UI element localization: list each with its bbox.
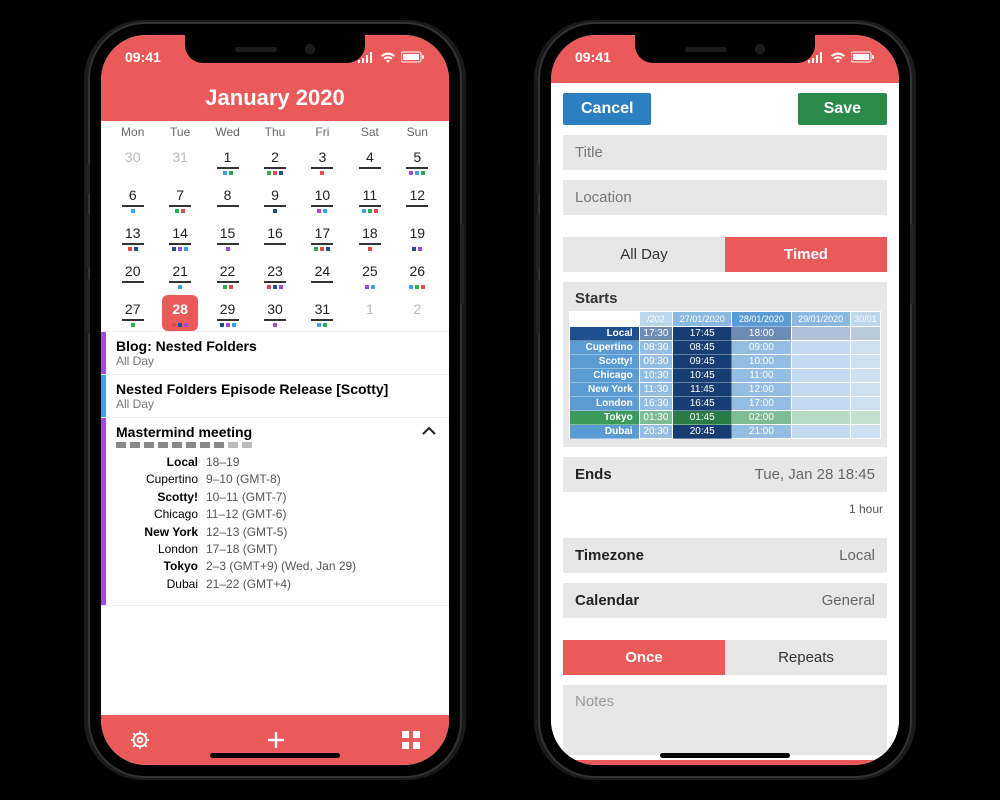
- starts-block[interactable]: Starts /20227/01/202028/01/202029/01/202…: [563, 282, 887, 447]
- duration-label: 1 hour: [563, 502, 887, 516]
- calendar-day[interactable]: 30: [109, 141, 156, 179]
- event-list: Blog: Nested Folders All Day Nested Fold…: [101, 331, 449, 606]
- calendar-day[interactable]: 21: [156, 255, 203, 293]
- event-subtitle: All Day: [116, 354, 439, 368]
- calendar-day[interactable]: 1: [204, 141, 251, 179]
- calendar-day[interactable]: 31: [299, 293, 346, 331]
- event-title: Mastermind meeting: [116, 424, 411, 440]
- calendar-day[interactable]: 6: [109, 179, 156, 217]
- seg-once[interactable]: Once: [563, 640, 725, 675]
- weekday-header: MonTueWedThuFriSatSun: [101, 121, 449, 141]
- save-button[interactable]: Save: [798, 93, 887, 125]
- calendar-day[interactable]: 31: [156, 141, 203, 179]
- event-title: Nested Folders Episode Release [Scotty]: [116, 381, 439, 397]
- calendar-day[interactable]: 14: [156, 217, 203, 255]
- calendar-day[interactable]: 4: [346, 141, 393, 179]
- event-item[interactable]: Nested Folders Episode Release [Scotty] …: [101, 375, 449, 418]
- timezone-row[interactable]: Timezone Local: [563, 538, 887, 573]
- calendar-day[interactable]: 3: [299, 141, 346, 179]
- calendar-day[interactable]: 18: [346, 217, 393, 255]
- calendar-day[interactable]: 27: [109, 293, 156, 331]
- timezone-dots: [116, 440, 411, 452]
- calendar-day[interactable]: 20: [109, 255, 156, 293]
- grid-icon[interactable]: [401, 730, 421, 750]
- chevron-up-icon[interactable]: [421, 418, 449, 605]
- seg-timed[interactable]: Timed: [725, 237, 887, 272]
- calendar-day[interactable]: 16: [251, 217, 298, 255]
- status-time: 09:41: [125, 49, 161, 65]
- calendar-day[interactable]: 10: [299, 179, 346, 217]
- calendar-day[interactable]: 12: [394, 179, 441, 217]
- once-repeats-toggle[interactable]: Once Repeats: [563, 640, 887, 675]
- calendar-day[interactable]: 25: [346, 255, 393, 293]
- calendar-day[interactable]: 2: [251, 141, 298, 179]
- event-detail[interactable]: Mastermind meeting Local18–19Cupertino9–…: [101, 418, 449, 606]
- status-icons: [357, 51, 425, 63]
- home-indicator[interactable]: [210, 753, 340, 758]
- calendar-day[interactable]: 13: [109, 217, 156, 255]
- calendar-day[interactable]: 5: [394, 141, 441, 179]
- event-title: Blog: Nested Folders: [116, 338, 439, 354]
- calendar-day[interactable]: 29: [204, 293, 251, 331]
- cancel-button[interactable]: Cancel: [563, 93, 651, 125]
- calendar-day[interactable]: 8: [204, 179, 251, 217]
- calendar-day[interactable]: 22: [204, 255, 251, 293]
- status-icons: [807, 51, 875, 63]
- calendar-day[interactable]: 1: [346, 293, 393, 331]
- month-title[interactable]: January 2020: [101, 79, 449, 121]
- calendar-day[interactable]: 19: [394, 217, 441, 255]
- status-time: 09:41: [575, 49, 611, 65]
- calendar-day[interactable]: 15: [204, 217, 251, 255]
- calendar-day[interactable]: 17: [299, 217, 346, 255]
- gear-icon[interactable]: [129, 729, 151, 751]
- home-indicator[interactable]: [660, 753, 790, 758]
- seg-allday[interactable]: All Day: [563, 237, 725, 272]
- event-item[interactable]: Blog: Nested Folders All Day: [101, 332, 449, 375]
- ends-row[interactable]: Ends Tue, Jan 28 18:45: [563, 457, 887, 492]
- calendar-day[interactable]: 2: [394, 293, 441, 331]
- seg-repeats[interactable]: Repeats: [725, 640, 887, 675]
- calendar-grid[interactable]: 3031123456789101112131415161718192021222…: [101, 141, 449, 331]
- allday-timed-toggle[interactable]: All Day Timed: [563, 237, 887, 272]
- location-field[interactable]: Location: [563, 180, 887, 215]
- calendar-day[interactable]: 9: [251, 179, 298, 217]
- calendar-day[interactable]: 28: [156, 293, 203, 331]
- calendar-day[interactable]: 7: [156, 179, 203, 217]
- phone-right: 09:41 Cancel Save Title Location All Day…: [540, 24, 910, 776]
- phone-left: 09:41 January 2020 MonTueWedThuFriSatSun…: [90, 24, 460, 776]
- calendar-day[interactable]: 23: [251, 255, 298, 293]
- notes-field[interactable]: Notes: [563, 685, 887, 755]
- calendar-day[interactable]: 11: [346, 179, 393, 217]
- title-field[interactable]: Title: [563, 135, 887, 170]
- calendar-row[interactable]: Calendar General: [563, 583, 887, 618]
- calendar-day[interactable]: 24: [299, 255, 346, 293]
- plus-icon[interactable]: [264, 728, 288, 752]
- calendar-day[interactable]: 30: [251, 293, 298, 331]
- event-subtitle: All Day: [116, 397, 439, 411]
- calendar-day[interactable]: 26: [394, 255, 441, 293]
